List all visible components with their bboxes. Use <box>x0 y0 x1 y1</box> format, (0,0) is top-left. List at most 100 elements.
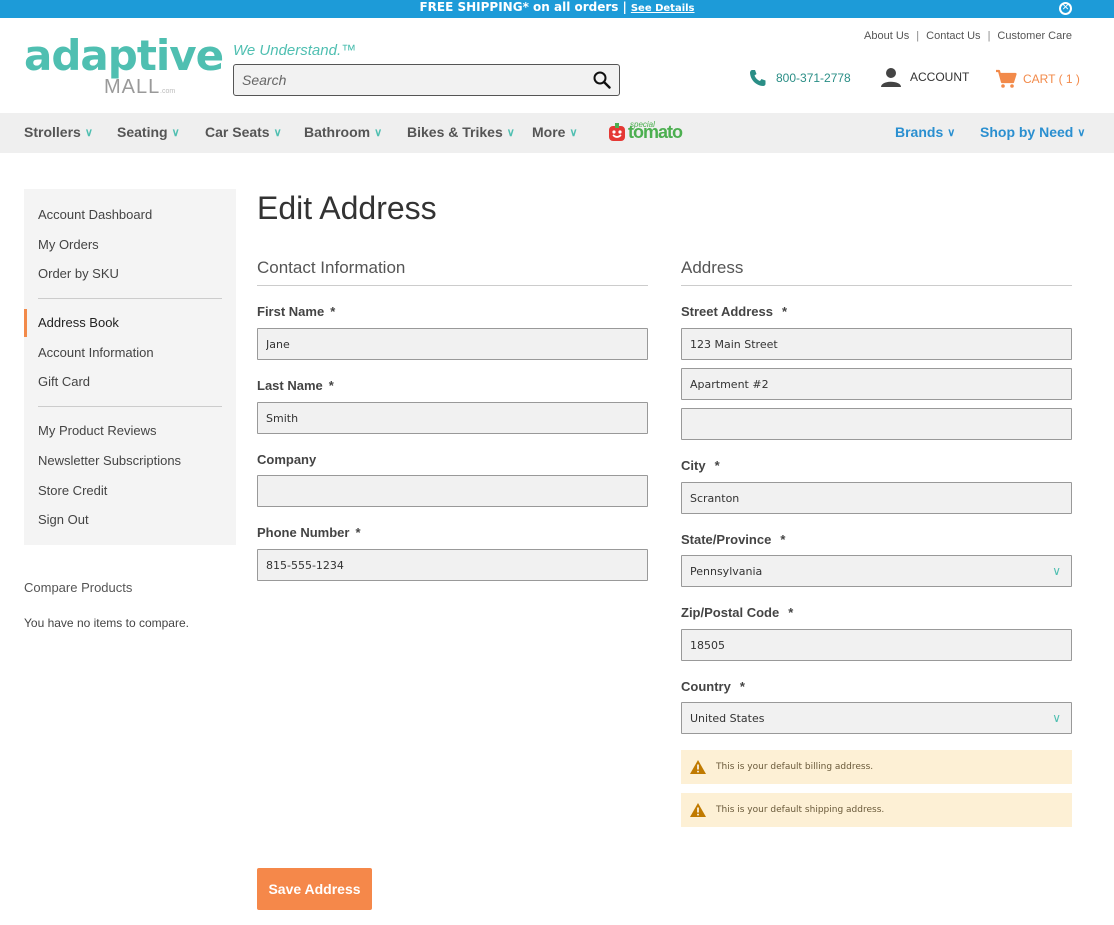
required-mark: * <box>714 458 720 473</box>
cart-icon <box>996 69 1017 88</box>
nav-strollers[interactable]: Strollers ∨ <box>24 124 93 140</box>
tomato-icon <box>609 123 625 141</box>
city-label: City * <box>681 458 720 473</box>
nav-car-seats[interactable]: Car Seats ∨ <box>205 124 282 140</box>
sidebar-divider <box>38 406 222 407</box>
free-shipping-banner: FREE SHIPPING* on all orders | See Details… <box>0 0 1114 18</box>
sidebar-item-gift-card[interactable]: Gift Card <box>38 374 90 389</box>
phone-link[interactable]: 800-371-2778 <box>748 68 851 88</box>
search-input[interactable] <box>234 65 574 95</box>
country-select[interactable]: United States ∨ <box>681 702 1072 734</box>
sidebar-divider <box>38 298 222 299</box>
company-field-box <box>257 475 648 507</box>
see-details-link[interactable]: See Details <box>631 3 695 14</box>
first-name-field-box <box>257 328 648 360</box>
sidebar-item-order-by-sku[interactable]: Order by SKU <box>38 266 119 281</box>
sidebar-item-account-dashboard[interactable]: Account Dashboard <box>38 207 152 222</box>
banner-separator: | <box>622 0 627 14</box>
cart-link[interactable]: CART ( 1 ) <box>995 69 1080 89</box>
sidebar-item-address-book[interactable]: Address Book <box>38 315 119 330</box>
nav-brands-label: Brands <box>895 124 944 140</box>
sidebar-item-store-credit[interactable]: Store Credit <box>38 483 107 498</box>
required-mark: * <box>788 605 794 620</box>
required-mark: * <box>780 532 786 547</box>
phone-field-box <box>257 549 648 581</box>
nav-bikes-trikes[interactable]: Bikes & Trikes ∨ <box>407 124 515 140</box>
street-address-label: Street Address * <box>681 304 787 319</box>
state-province-select[interactable]: Pennsylvania ∨ <box>681 555 1072 587</box>
sidebar-item-my-product-reviews[interactable]: My Product Reviews <box>38 423 156 438</box>
banner-text: FREE SHIPPING* on all orders <box>419 0 619 14</box>
nav-brands[interactable]: Brands ∨ <box>895 124 955 140</box>
country-label-text: Country <box>681 679 731 694</box>
page-title: Edit Address <box>257 190 437 226</box>
last-name-label-text: Last Name <box>257 378 323 393</box>
phone-number-input[interactable] <box>258 550 647 580</box>
state-province-label: State/Province * <box>681 532 785 547</box>
nav-bathroom-label: Bathroom <box>304 124 371 140</box>
nav-bathroom[interactable]: Bathroom ∨ <box>304 124 382 140</box>
first-name-label: First Name * <box>257 304 335 319</box>
street-address-line2-input[interactable] <box>682 369 1071 399</box>
active-indicator <box>24 309 27 337</box>
address-title: Address <box>681 258 744 277</box>
tagline: We Understand.™ <box>233 42 357 59</box>
about-us-link[interactable]: About Us <box>864 30 909 42</box>
street-line2-field-box <box>681 368 1072 400</box>
nav-seating-label: Seating <box>117 124 168 140</box>
street-line1-field-box <box>681 328 1072 360</box>
last-name-input[interactable] <box>258 403 647 433</box>
logo-main-text: adaptive <box>24 31 224 80</box>
street-address-line3-input[interactable] <box>682 409 1071 439</box>
logo-dot-text: .com <box>160 88 176 95</box>
chevron-down-icon: ∨ <box>506 126 515 139</box>
nav-shop-by-need[interactable]: Shop by Need ∨ <box>980 124 1085 140</box>
nav-shop-by-need-label: Shop by Need <box>980 124 1074 140</box>
sidebar-item-my-orders[interactable]: My Orders <box>38 237 99 252</box>
tomato-small-text: special <box>630 120 655 129</box>
phone-number-label-text: Phone Number <box>257 525 350 540</box>
compare-products-text: You have no items to compare. <box>24 616 189 630</box>
search-icon[interactable] <box>593 71 611 89</box>
cart-label: CART ( 1 ) <box>1023 72 1080 86</box>
company-input[interactable] <box>258 476 647 506</box>
contact-us-link[interactable]: Contact Us <box>926 30 980 42</box>
account-link[interactable]: ACCOUNT <box>880 67 969 87</box>
special-tomato-logo[interactable]: special tomato <box>608 120 683 142</box>
account-label: ACCOUNT <box>910 70 970 84</box>
chevron-down-icon: ∨ <box>1052 564 1061 578</box>
adaptive-mall-logo[interactable]: adaptive MALL .com <box>24 31 224 99</box>
warning-icon <box>690 803 706 817</box>
zip-label-text: Zip/Postal Code <box>681 605 780 620</box>
chevron-down-icon: ∨ <box>569 126 578 139</box>
nav-more[interactable]: More ∨ <box>532 124 578 140</box>
sidebar-item-sign-out[interactable]: Sign Out <box>38 512 89 527</box>
chevron-down-icon: ∨ <box>171 126 180 139</box>
city-input[interactable] <box>682 483 1071 513</box>
city-field-box <box>681 482 1072 514</box>
required-mark: * <box>782 304 788 319</box>
save-address-button[interactable]: Save Address <box>257 868 372 910</box>
zip-postal-code-input[interactable] <box>682 630 1071 660</box>
street-address-line1-input[interactable] <box>682 329 1071 359</box>
nav-car-seats-label: Car Seats <box>205 124 270 140</box>
first-name-input[interactable] <box>258 329 647 359</box>
sidebar-item-account-information[interactable]: Account Information <box>38 345 154 360</box>
user-icon <box>881 68 901 87</box>
zip-field-box <box>681 629 1072 661</box>
chevron-down-icon: ∨ <box>1052 711 1061 725</box>
chevron-down-icon: ∨ <box>947 126 956 139</box>
customer-care-link[interactable]: Customer Care <box>997 30 1072 42</box>
section-divider <box>681 285 1072 286</box>
close-icon[interactable]: ✕ <box>1059 2 1072 15</box>
nav-seating[interactable]: Seating ∨ <box>117 124 180 140</box>
account-sidebar: Account Dashboard My Orders Order by SKU… <box>24 189 236 545</box>
phone-number: 800-371-2778 <box>776 71 851 85</box>
city-label-text: City <box>681 458 706 473</box>
company-label: Company <box>257 452 317 467</box>
street-line3-field-box <box>681 408 1072 440</box>
shipping-notice-text: This is your default shipping address. <box>716 805 885 815</box>
state-selected-value: Pennsylvania <box>690 565 763 578</box>
required-mark: * <box>739 679 745 694</box>
sidebar-item-newsletter-subscriptions[interactable]: Newsletter Subscriptions <box>38 453 181 468</box>
